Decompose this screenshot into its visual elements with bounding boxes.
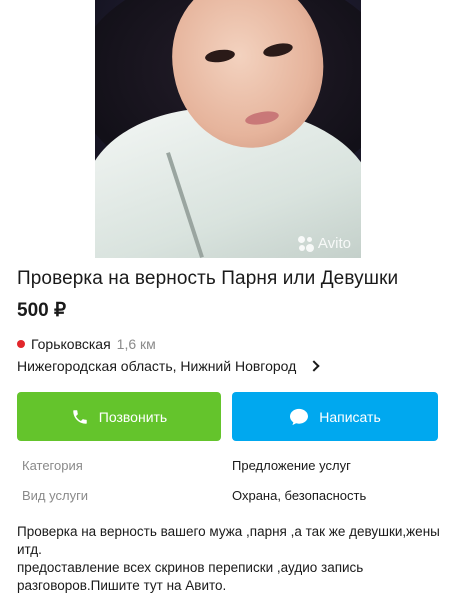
- property-key-service-type: Вид услуги: [22, 488, 89, 503]
- call-button[interactable]: Позвонить: [17, 392, 221, 441]
- metro-distance: 1,6 км: [116, 336, 156, 352]
- listing-description: Проверка на верность вашего мужа ,парня …: [17, 523, 442, 595]
- property-value-service-type: Охрана, безопасность: [232, 488, 367, 503]
- message-button-label: Написать: [319, 408, 381, 425]
- property-value-category: Предложение услуг: [232, 458, 351, 473]
- listing-title: Проверка на верность Парня или Девушки: [17, 268, 399, 289]
- phone-icon: [71, 408, 89, 426]
- message-button[interactable]: Написать: [232, 392, 438, 441]
- chevron-right-icon: [308, 360, 320, 372]
- listing-price: 500 ₽: [17, 300, 67, 321]
- metro-line-dot-icon: [17, 340, 25, 348]
- description-paragraph-1: Проверка на верность вашего мужа ,парня …: [17, 524, 440, 557]
- region-link[interactable]: Нижегородская область, Нижний Новгород: [17, 358, 320, 374]
- call-button-label: Позвонить: [98, 408, 168, 425]
- watermark-text: Avito: [317, 235, 351, 252]
- chat-bubble-icon: [289, 408, 309, 426]
- avito-logo-icon: [297, 235, 314, 252]
- listing-photo[interactable]: Avito: [95, 0, 361, 258]
- metro-station: Горьковская: [31, 336, 111, 352]
- avito-watermark: Avito: [297, 235, 351, 252]
- property-key-category: Категория: [22, 458, 83, 473]
- region-text: Нижегородская область, Нижний Новгород: [17, 358, 297, 374]
- photo-gallery[interactable]: Avito: [0, 0, 453, 258]
- metro-info: Горьковская 1,6 км: [17, 336, 156, 352]
- description-paragraph-2: предоставление всех скринов переписки ,а…: [17, 560, 364, 593]
